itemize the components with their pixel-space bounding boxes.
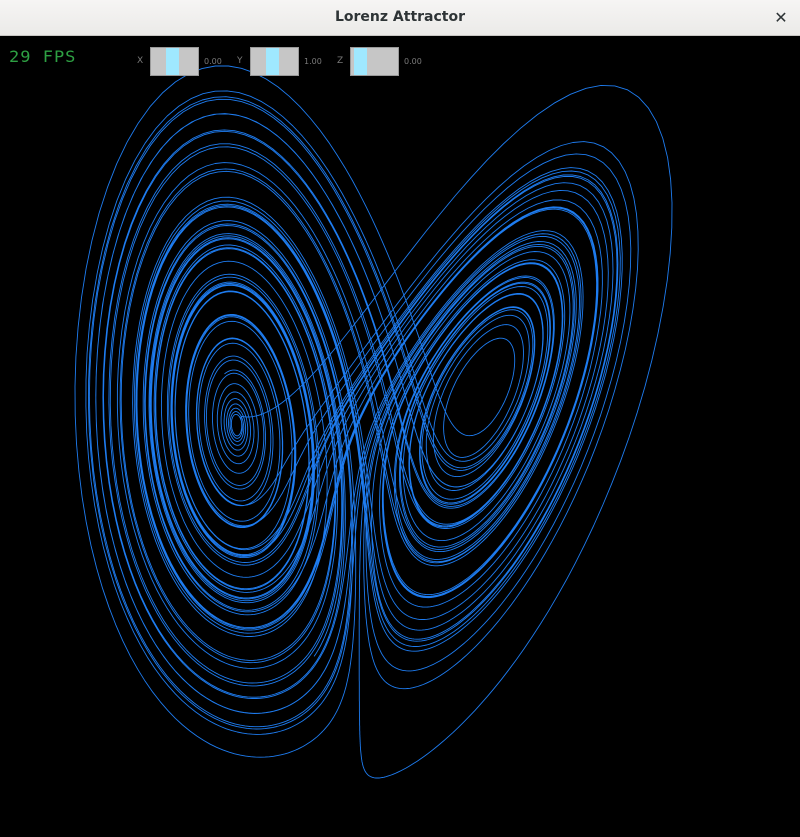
window-title: Lorenz Attractor: [334, 9, 465, 25]
slider-z-track[interactable]: [350, 47, 399, 76]
slider-z-label: Z: [337, 56, 344, 66]
slider-z-value: 0.00: [404, 57, 422, 66]
attractor-trajectory: [74, 65, 673, 779]
slider-y-thumb[interactable]: [266, 48, 279, 75]
slider-z: Z 0.00: [337, 47, 437, 76]
close-button[interactable]: ✕: [770, 7, 792, 29]
slider-y-label: Y: [237, 56, 243, 66]
slider-x-label: X: [137, 56, 144, 66]
slider-x-track[interactable]: [150, 47, 199, 76]
slider-x: X 0.00: [137, 47, 237, 76]
slider-y-track[interactable]: [250, 47, 299, 76]
title-bar[interactable]: Lorenz Attractor ✕: [0, 0, 800, 36]
slider-y-value: 1.00: [304, 57, 322, 66]
render-canvas[interactable]: 29 FPS X 0.00 Y 1.00 Z 0.00: [0, 36, 800, 837]
slider-x-thumb[interactable]: [166, 48, 179, 75]
lorenz-attractor-plot: [74, 65, 673, 779]
fps-counter: 29 FPS: [9, 47, 77, 67]
slider-z-thumb[interactable]: [354, 48, 367, 75]
app-window: Lorenz Attractor ✕ 29 FPS X 0.00 Y 1.00 …: [0, 0, 800, 837]
slider-x-value: 0.00: [204, 57, 222, 66]
slider-y: Y 1.00: [237, 47, 337, 76]
